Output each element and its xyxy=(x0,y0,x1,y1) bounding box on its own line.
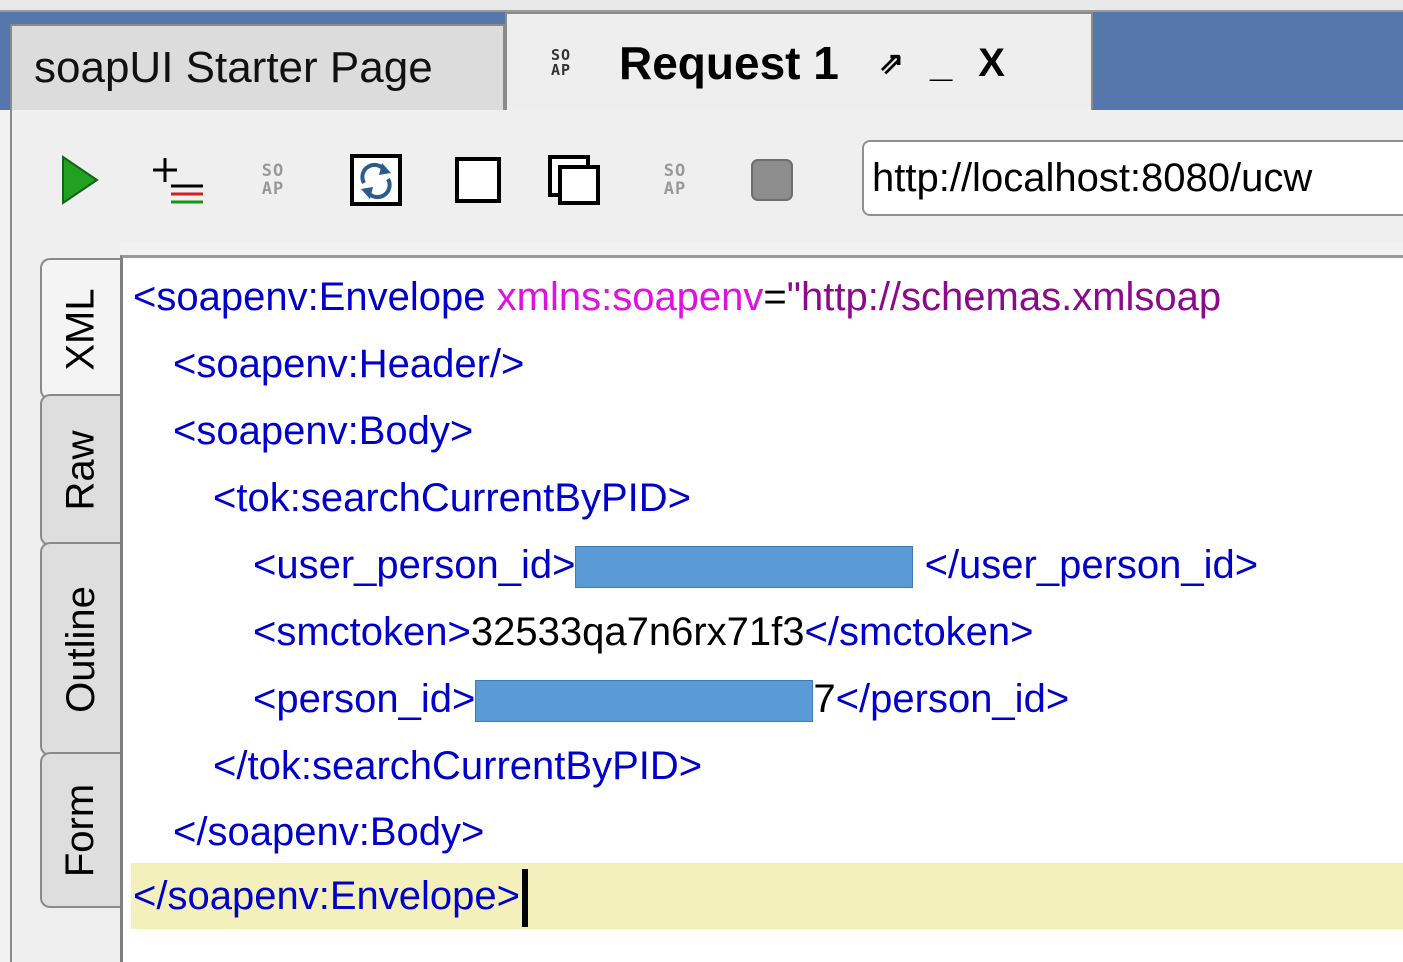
tab-request-1[interactable]: SO AP Request 1 ⇗ _ X xyxy=(505,12,1093,112)
text-caret xyxy=(521,869,528,928)
run-request-button[interactable] xyxy=(54,150,104,210)
xml-line: </tok:searchCurrentByPID> xyxy=(213,744,703,788)
view-tab-raw[interactable]: Raw xyxy=(40,394,120,546)
xml-line: <soapenv:Header/> xyxy=(173,342,525,386)
view-tab-xml[interactable]: XML xyxy=(40,258,120,400)
redacted-value xyxy=(575,546,914,589)
view-tab-outline-label: Outline xyxy=(58,585,103,713)
editor-tab-bar: soapUI Starter Page SO AP Request 1 ⇗ _ X xyxy=(0,12,1403,112)
xml-line: </soapenv:Body> xyxy=(173,810,485,854)
detach-tab-icon[interactable]: ⇗ xyxy=(879,46,904,81)
tab-view-button[interactable] xyxy=(448,150,508,210)
add-list-icon xyxy=(153,158,203,204)
xml-editor[interactable]: <soapenv:Envelope xmlns:soapenv="http://… xyxy=(120,255,1403,962)
close-tab-icon[interactable]: X xyxy=(978,41,1005,86)
xml-line: <person_id> 7</person_id> xyxy=(253,677,1070,723)
view-tab-form[interactable]: Form xyxy=(40,752,120,908)
tab-request-label: Request 1 xyxy=(619,37,839,89)
recreate-request-button[interactable] xyxy=(346,150,406,210)
soap-icon: SO AP xyxy=(663,161,687,199)
view-tab-outline[interactable]: Outline xyxy=(40,542,120,756)
cancel-request-button[interactable] xyxy=(742,150,802,210)
xml-line: <user_person_id> </user_person_id> xyxy=(253,543,1259,589)
add-to-testcase-button[interactable] xyxy=(144,150,214,210)
endpoint-url-text: http://localhost:8080/ucw xyxy=(872,156,1313,200)
minimize-tab-icon[interactable]: _ xyxy=(930,41,952,86)
view-tab-xml-label: XML xyxy=(58,287,103,371)
soap-version-button[interactable]: SO AP xyxy=(248,150,298,210)
request-toolbar: SO AP SO AP http://localhost:8080/ucw xyxy=(10,110,1403,242)
play-icon xyxy=(62,155,99,205)
xml-line: </soapenv:Envelope> xyxy=(133,863,528,929)
xml-line: <smctoken>32533qa7n6rx71f3</smctoken> xyxy=(253,610,1034,654)
overlap-squares-icon xyxy=(548,155,600,205)
window-top-border xyxy=(0,0,1403,12)
xml-line: <soapenv:Envelope xmlns:soapenv="http://… xyxy=(133,275,1222,319)
view-tab-raw-label: Raw xyxy=(58,429,103,511)
redacted-value xyxy=(475,680,814,723)
editor-view-tabs: XML Raw Outline Form xyxy=(10,242,120,962)
soap-icon: SO AP xyxy=(550,46,572,79)
stop-icon xyxy=(751,159,793,201)
refresh-icon xyxy=(350,154,402,206)
tab-starter-page[interactable]: soapUI Starter Page xyxy=(10,24,505,110)
xml-line: <soapenv:Body> xyxy=(173,409,474,453)
soap-action-button[interactable]: SO AP xyxy=(650,150,700,210)
view-tab-form-label: Form xyxy=(58,783,103,877)
endpoint-url-input[interactable]: http://localhost:8080/ucw xyxy=(862,140,1403,216)
xml-line: <tok:searchCurrentByPID> xyxy=(213,476,691,520)
tab-starter-label: soapUI Starter Page xyxy=(34,43,433,92)
split-view-button[interactable] xyxy=(542,150,608,210)
square-icon xyxy=(455,157,501,203)
soap-icon: SO AP xyxy=(261,161,285,199)
